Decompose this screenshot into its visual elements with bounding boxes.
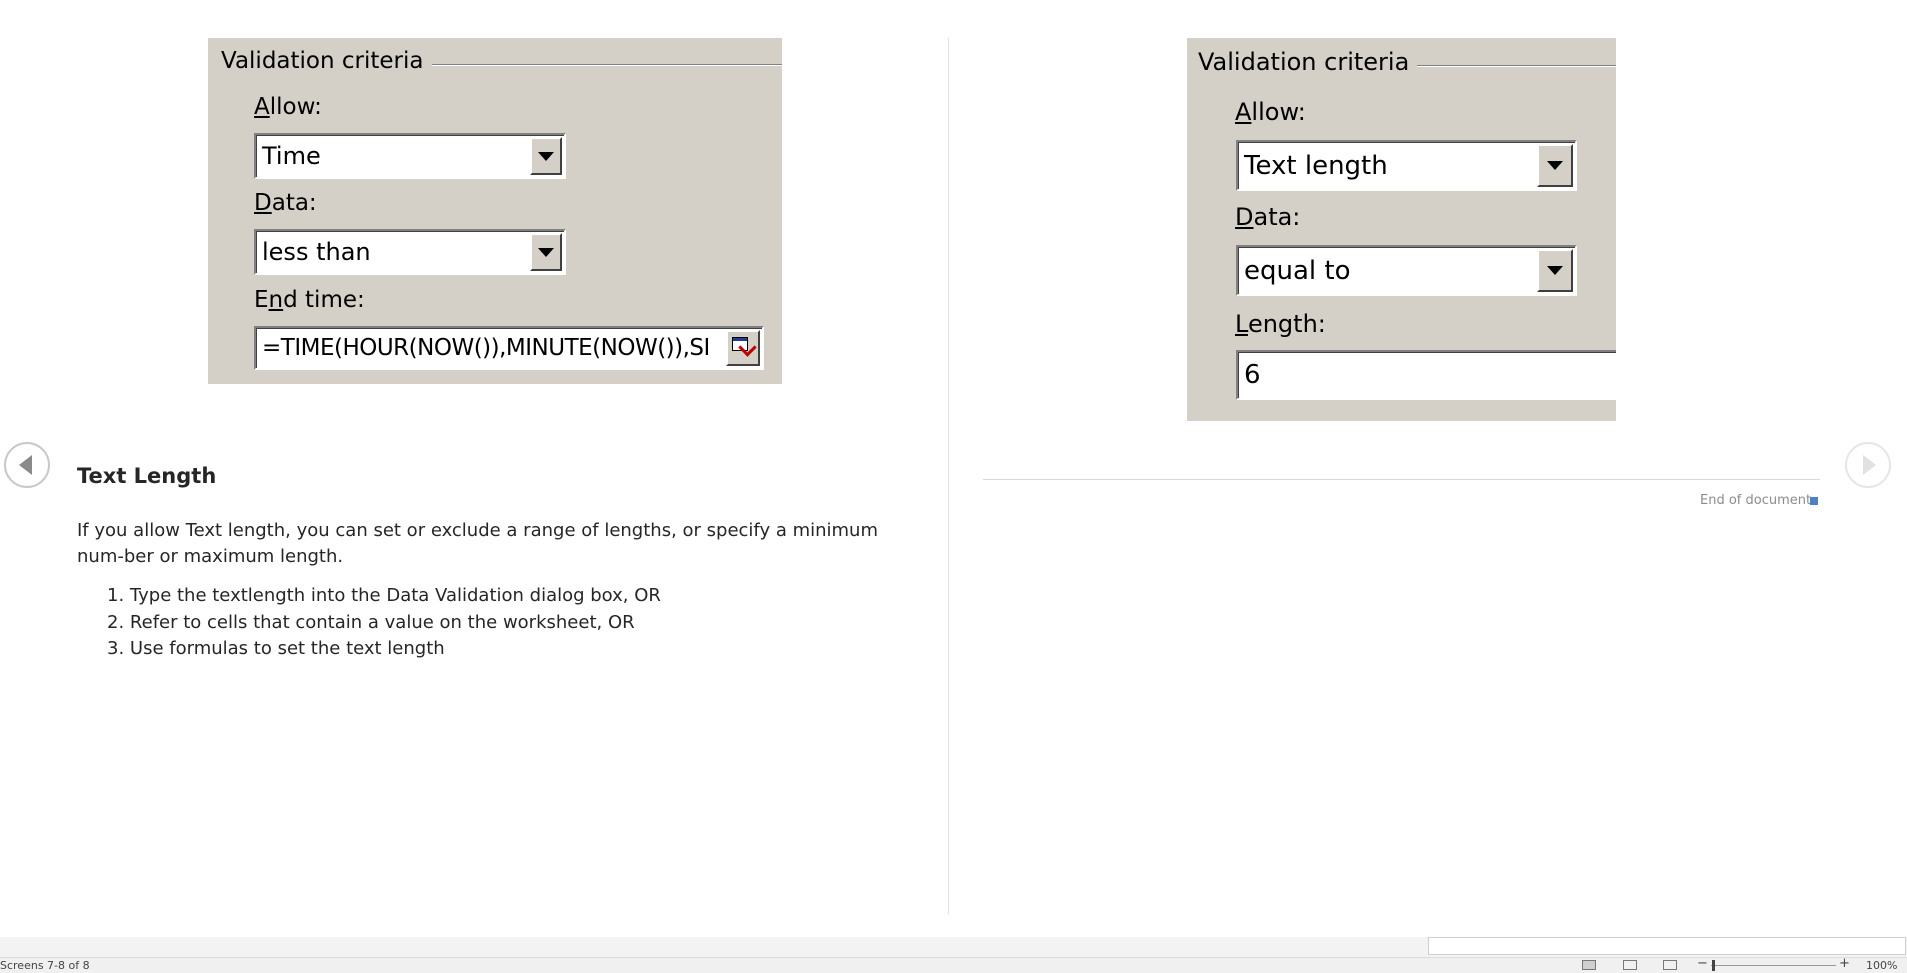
group-title: Validation criteria	[1198, 48, 1418, 76]
previous-screen-button[interactable]	[4, 442, 50, 488]
allow-accesskey: A	[254, 94, 270, 120]
length-input[interactable]: 6	[1236, 350, 1616, 400]
read-mode-view-icon[interactable]	[1582, 960, 1596, 970]
end-of-document-rule	[983, 479, 1820, 480]
list-number: 2.	[107, 611, 125, 633]
length-label: Length:	[1235, 310, 1326, 338]
list-number: 3.	[107, 638, 125, 659]
data-dropdown[interactable]: less than	[254, 229, 566, 275]
data-label-text: ata:	[271, 190, 317, 216]
print-layout-view-icon[interactable]	[1623, 960, 1637, 970]
allow-accesskey: A	[1235, 98, 1252, 126]
allow-value: Time	[262, 142, 321, 170]
triangle-down-icon	[1547, 266, 1563, 275]
allow-label: Allow:	[254, 94, 322, 120]
list-item: 2. Refer to cells that contain a value o…	[77, 610, 661, 637]
group-line	[1412, 65, 1616, 67]
data-dropdown-button[interactable]	[530, 233, 562, 271]
data-accesskey: D	[254, 190, 272, 216]
allow-label: Allow:	[1235, 98, 1306, 126]
allow-dropdown[interactable]: Text length	[1236, 140, 1577, 191]
data-dropdown-button[interactable]	[1537, 249, 1573, 292]
data-label: Data:	[1235, 203, 1300, 231]
zoom-level[interactable]: 100%	[1866, 959, 1897, 972]
end-time-accesskey: n	[268, 287, 284, 313]
group-title: Validation criteria	[221, 48, 432, 74]
length-accesskey: L	[1235, 310, 1248, 338]
end-of-document-marker	[1810, 497, 1818, 505]
data-value: less than	[262, 238, 371, 266]
data-label: Data:	[254, 190, 317, 216]
list-text: Refer to cells that contain a value on t…	[129, 611, 635, 633]
zoom-slider[interactable]	[1711, 965, 1836, 966]
section-heading: Text Length	[77, 464, 217, 488]
length-label-text: ength:	[1247, 310, 1326, 338]
allow-dropdown-button[interactable]	[1537, 144, 1573, 187]
allow-value: Text length	[1244, 150, 1388, 181]
triangle-down-icon	[538, 151, 554, 161]
bottom-input-box[interactable]	[1428, 937, 1906, 955]
list-number: 1.	[107, 585, 125, 606]
length-value: 6	[1244, 360, 1261, 390]
list-text: Use formulas to set the text length	[129, 638, 445, 659]
end-of-document-label: End of document	[1700, 493, 1812, 508]
end-time-label: End time:	[254, 287, 365, 313]
chevron-left-icon	[19, 455, 32, 475]
allow-dropdown-button[interactable]	[530, 137, 562, 175]
end-time-label-text: d time:	[283, 287, 365, 313]
status-bar: Screens 7-8 of 8 − + 100%	[0, 956, 1907, 973]
allow-dropdown[interactable]: Time	[254, 133, 566, 179]
list-item: 3. Use formulas to set the text length	[77, 636, 661, 663]
next-screen-button[interactable]	[1845, 442, 1891, 488]
list-text: Type the textlength into the Data Valida…	[129, 585, 661, 606]
data-value: equal to	[1244, 255, 1351, 286]
page-divider	[948, 38, 949, 914]
list-item: 1. Type the textlength into the Data Val…	[77, 583, 661, 610]
group-line	[408, 64, 782, 66]
data-dropdown[interactable]: equal to	[1236, 245, 1577, 296]
chevron-right-icon	[1863, 455, 1876, 475]
zoom-in-button[interactable]: +	[1839, 956, 1850, 971]
left-validation-criteria-image: Validation criteria Allow: Time Data: le…	[208, 38, 782, 384]
end-time-input[interactable]: =TIME(HOUR(NOW()),MINUTE(NOW()),SI	[254, 326, 764, 370]
end-time-value: =TIME(HOUR(NOW()),MINUTE(NOW()),SI	[262, 335, 710, 361]
data-accesskey: D	[1235, 203, 1254, 231]
body-paragraph: If you allow Text length, you can set or…	[77, 520, 878, 567]
numbered-list: 1. Type the textlength into the Data Val…	[77, 583, 661, 663]
zoom-slider-thumb[interactable]	[1712, 960, 1715, 971]
zoom-out-button[interactable]: −	[1697, 956, 1708, 971]
data-label-text: ata:	[1253, 203, 1301, 231]
triangle-down-icon	[538, 247, 554, 257]
allow-label-text: llow:	[269, 94, 322, 120]
collapse-dialog-button[interactable]	[726, 330, 760, 366]
right-validation-criteria-image: Validation criteria Allow: Text length D…	[1187, 38, 1616, 421]
web-layout-view-icon[interactable]	[1663, 960, 1677, 970]
allow-label-text: llow:	[1251, 98, 1306, 126]
end-time-label-prefix: E	[254, 287, 269, 313]
triangle-down-icon	[1547, 161, 1563, 170]
screen-count: Screens 7-8 of 8	[0, 959, 90, 972]
